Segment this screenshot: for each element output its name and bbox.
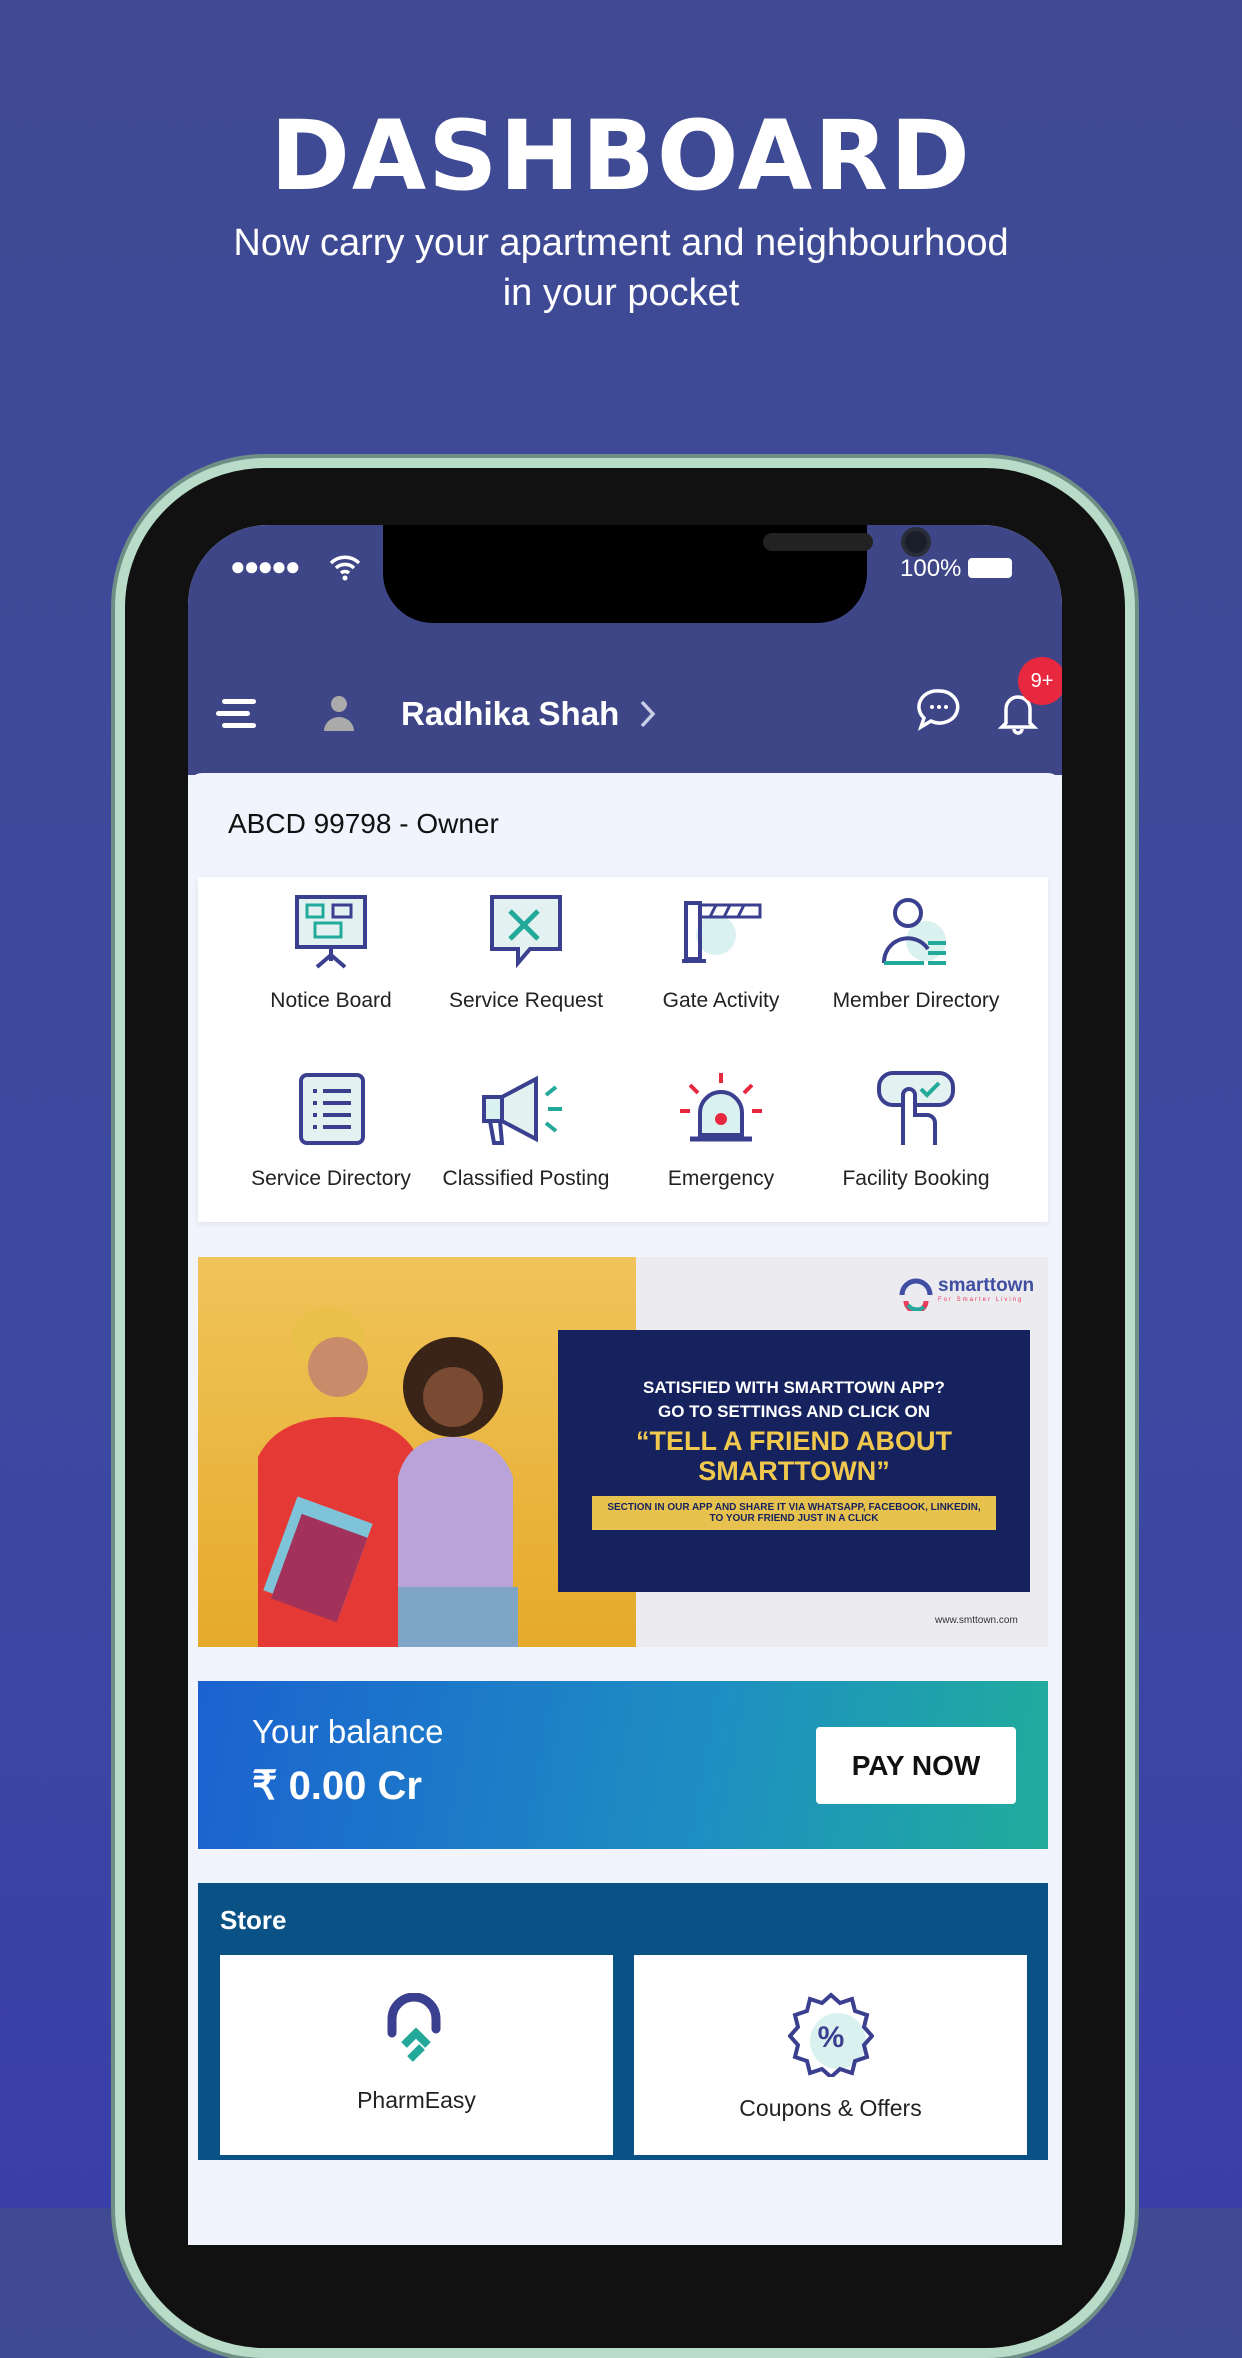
promo-message: SATISFIED WITH SMARTTOWN APP? GO TO SETT… bbox=[558, 1330, 1030, 1592]
user-avatar-icon bbox=[324, 696, 354, 731]
speaker bbox=[763, 533, 873, 551]
feature-label: Notice Board bbox=[270, 989, 392, 1012]
feature-label: Facility Booking bbox=[842, 1167, 990, 1190]
service-directory-icon bbox=[299, 1073, 365, 1145]
notification-badge: 9+ bbox=[1018, 657, 1062, 705]
banner-url: www.smttown.com bbox=[935, 1615, 1018, 1626]
notch bbox=[383, 525, 931, 623]
menu-icon[interactable] bbox=[216, 699, 258, 729]
svg-text:%: % bbox=[817, 2021, 844, 2054]
store-item-label: PharmEasy bbox=[357, 2087, 476, 2113]
store-section: Store PharmEasy % Coupons & Offers bbox=[198, 1883, 1048, 2160]
smarttown-logo bbox=[899, 1278, 933, 1311]
chevron-right-icon[interactable] bbox=[638, 699, 658, 729]
feature-label: Gate Activity bbox=[662, 989, 780, 1012]
balance-card: Your balance ₹ 0.00 Cr PAY NOW bbox=[198, 1681, 1048, 1849]
user-name[interactable]: Radhika Shah bbox=[401, 695, 619, 733]
service-request-icon bbox=[490, 895, 562, 969]
promo-line: SATISFIED WITH SMARTTOWN APP? bbox=[643, 1378, 945, 1397]
pay-now-button[interactable]: PAY NOW bbox=[816, 1727, 1016, 1804]
app-screen: ●●●●● 100% Radhika Shah 9+ ABCD 99798 - … bbox=[188, 525, 1062, 2245]
brand-tagline: For Smarter Living bbox=[938, 1297, 1024, 1303]
app-header: ●●●●● 100% Radhika Shah 9+ bbox=[188, 525, 1062, 775]
nav-bar: Radhika Shah bbox=[188, 685, 1062, 745]
member-directory-icon bbox=[881, 898, 946, 965]
store-item-pharmeasy[interactable]: PharmEasy bbox=[220, 1955, 613, 2155]
feature-label: Service Request bbox=[448, 989, 604, 1012]
feature-service-directory[interactable]: Service Directory bbox=[231, 1069, 431, 1191]
feature-label: Service Directory bbox=[251, 1167, 411, 1190]
feature-classified-posting[interactable]: Classified Posting bbox=[426, 1069, 626, 1191]
feature-label: Classified Posting bbox=[442, 1167, 610, 1190]
wifi-icon bbox=[329, 555, 361, 581]
feature-grid: Notice Board Service Request Gate Activi… bbox=[198, 877, 1048, 1222]
subtitle-line: in your pocket bbox=[502, 272, 740, 314]
camera bbox=[901, 527, 931, 557]
chat-icon[interactable] bbox=[914, 687, 964, 735]
notice-board-icon bbox=[295, 895, 367, 969]
coupon-icon: % bbox=[787, 1992, 874, 2077]
feature-facility-booking[interactable]: Facility Booking bbox=[816, 1069, 1016, 1191]
brand-name: smarttown bbox=[938, 1275, 1035, 1296]
battery-icon bbox=[968, 558, 1012, 578]
unit-label[interactable]: ABCD 99798 - Owner bbox=[228, 808, 499, 840]
hero-subtitle: Now carry your apartment and neighbourho… bbox=[0, 218, 1242, 318]
balance-label: Your balance bbox=[252, 1713, 444, 1750]
hero-title: DASHBOARD bbox=[270, 100, 972, 212]
gate-icon bbox=[682, 901, 762, 963]
feature-notice-board[interactable]: Notice Board bbox=[231, 891, 431, 1013]
facility-booking-icon bbox=[877, 1071, 955, 1145]
feature-service-request[interactable]: Service Request bbox=[426, 891, 626, 1013]
promo-line: GO TO SETTINGS AND CLICK ON bbox=[657, 1402, 930, 1421]
store-item-label: Coupons & Offers bbox=[739, 2095, 922, 2121]
store-title: Store bbox=[220, 1905, 287, 1935]
promo-banner[interactable]: smarttown For Smarter Living SATISFIED W… bbox=[198, 1257, 1048, 1647]
feature-label: Emergency bbox=[667, 1167, 775, 1190]
signal-icon: ●●●●● bbox=[230, 551, 301, 581]
promo-highlight: “TELL A FRIEND ABOUT SMARTTOWN” bbox=[636, 1426, 952, 1486]
feature-label: Member Directory bbox=[832, 989, 1000, 1012]
promo-note: SECTION IN OUR APP AND SHARE IT VIA WHAT… bbox=[592, 1496, 996, 1530]
siren-icon bbox=[680, 1073, 762, 1142]
pharmeasy-icon bbox=[387, 1993, 440, 2062]
feature-gate-activity[interactable]: Gate Activity bbox=[621, 891, 821, 1013]
feature-member-directory[interactable]: Member Directory bbox=[816, 891, 1016, 1013]
feature-emergency[interactable]: Emergency bbox=[621, 1069, 821, 1191]
megaphone-icon bbox=[482, 1075, 562, 1145]
store-item-coupons[interactable]: % Coupons & Offers bbox=[634, 1955, 1027, 2155]
battery-percent: 100% bbox=[900, 555, 962, 582]
balance-amount: ₹ 0.00 Cr bbox=[252, 1764, 422, 1808]
subtitle-line: Now carry your apartment and neighbourho… bbox=[233, 222, 1009, 264]
